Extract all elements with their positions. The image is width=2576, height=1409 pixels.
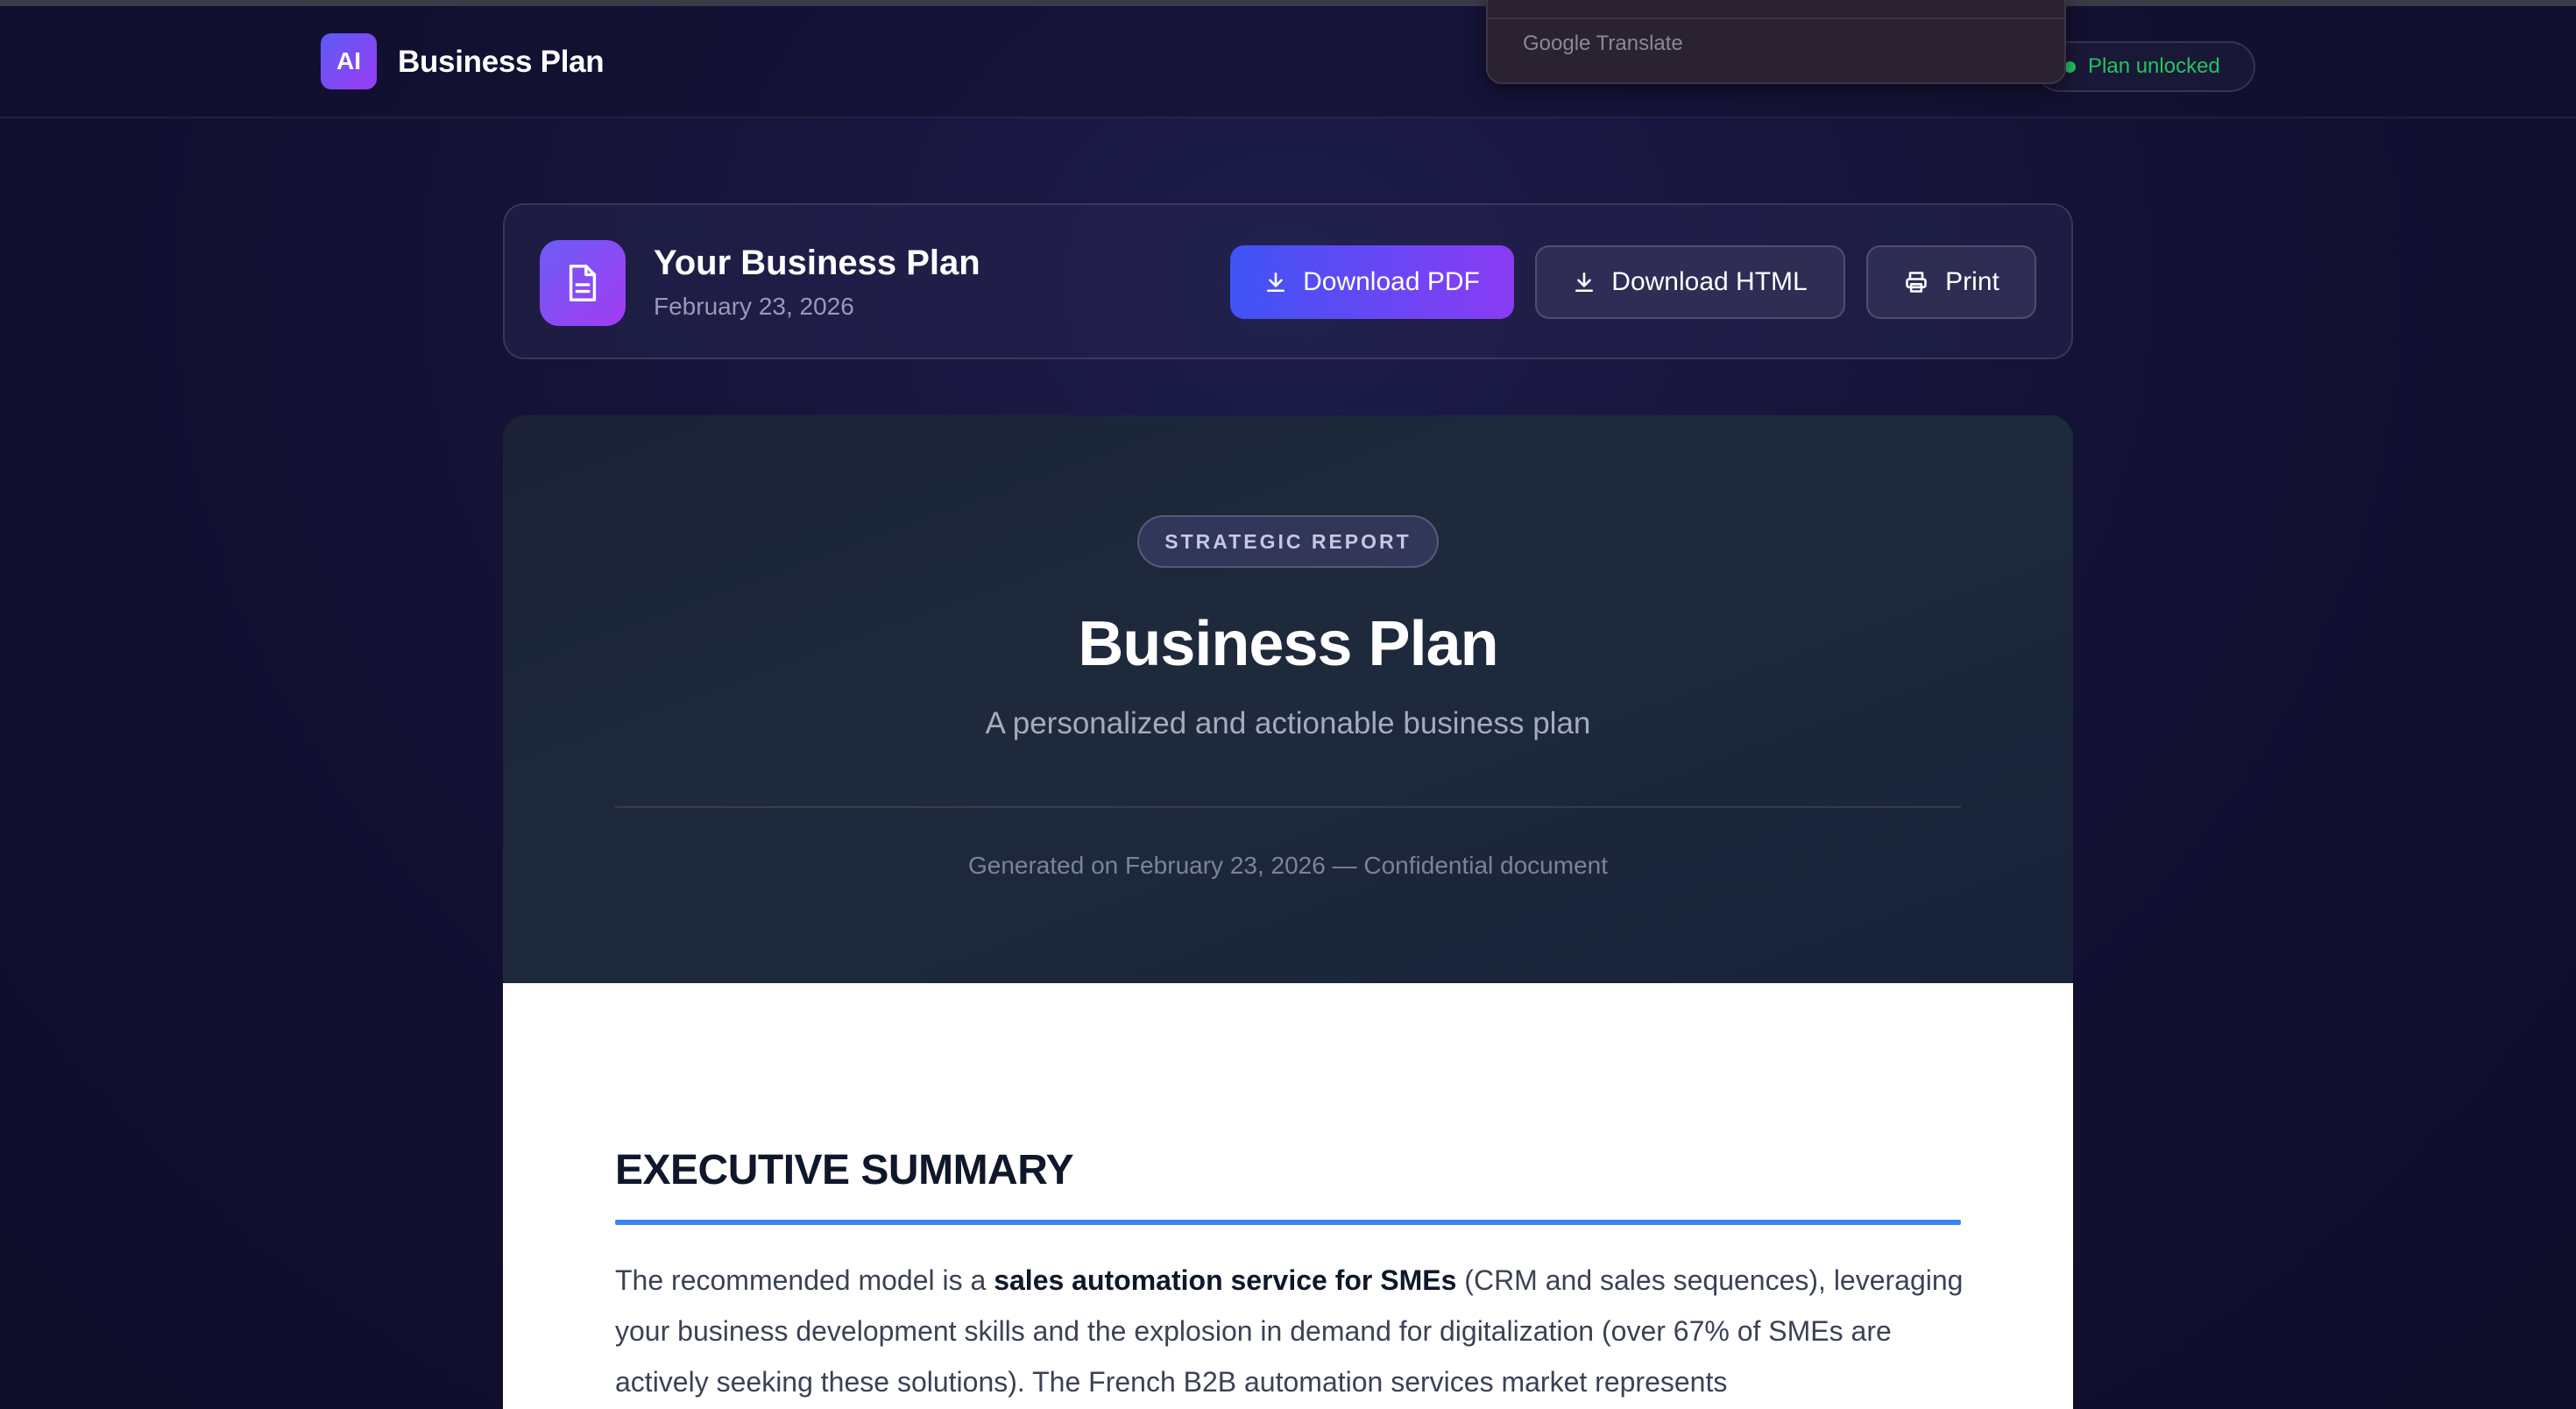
report-title: Business Plan	[1078, 609, 1498, 679]
section-title: EXECUTIVE SUMMARY	[615, 1147, 1074, 1193]
document-title: Your Business Plan	[654, 244, 980, 282]
google-translate-brand[interactable]: Google Translate	[1523, 32, 1683, 56]
summary-paragraph: The recommended model is a sales automat…	[615, 1255, 1982, 1407]
report-tag: STRATEGIC REPORT	[1137, 515, 1439, 568]
document-date: February 23, 2026	[654, 293, 854, 320]
status-badge: Plan unlocked	[2035, 41, 2255, 92]
print-button[interactable]: Print	[1866, 245, 2036, 319]
report-content: EXECUTIVE SUMMARY The recommended model …	[503, 983, 2073, 1409]
download-icon	[1573, 270, 1596, 294]
download-pdf-button[interactable]: Download PDF	[1230, 245, 1514, 319]
browser-top-line	[0, 0, 2576, 6]
download-pdf-label: Download PDF	[1303, 267, 1480, 296]
report-subtitle: A personalized and actionable business p…	[985, 706, 1591, 740]
app-title[interactable]: Business Plan	[398, 45, 605, 80]
paragraph-highlight: sales automation service for SMEs	[994, 1264, 1457, 1296]
section-rule	[615, 1220, 1961, 1225]
hero-divider	[615, 806, 1961, 808]
document-toolbar: Your Business Plan February 23, 2026 Dow…	[503, 203, 2073, 359]
printer-icon	[1903, 270, 1929, 294]
app-header: AI Business Plan Plan unlocked	[0, 6, 2576, 118]
popup-divider	[1488, 18, 2064, 19]
document-icon	[540, 240, 626, 326]
status-text: Plan unlocked	[2088, 54, 2220, 78]
download-html-button[interactable]: Download HTML	[1535, 245, 1845, 319]
paragraph-text: The recommended model is a	[615, 1264, 994, 1296]
app-logo[interactable]: AI	[321, 33, 377, 89]
report-hero: STRATEGIC REPORT Business Plan A persona…	[503, 415, 2073, 983]
google-translate-popup[interactable]: Google Translate	[1486, 0, 2066, 84]
print-label: Print	[1945, 267, 1999, 296]
report-meta: Generated on February 23, 2026 — Confide…	[967, 852, 1608, 879]
download-icon	[1264, 270, 1287, 294]
download-html-label: Download HTML	[1611, 267, 1808, 296]
logo-text: AI	[336, 47, 361, 74]
